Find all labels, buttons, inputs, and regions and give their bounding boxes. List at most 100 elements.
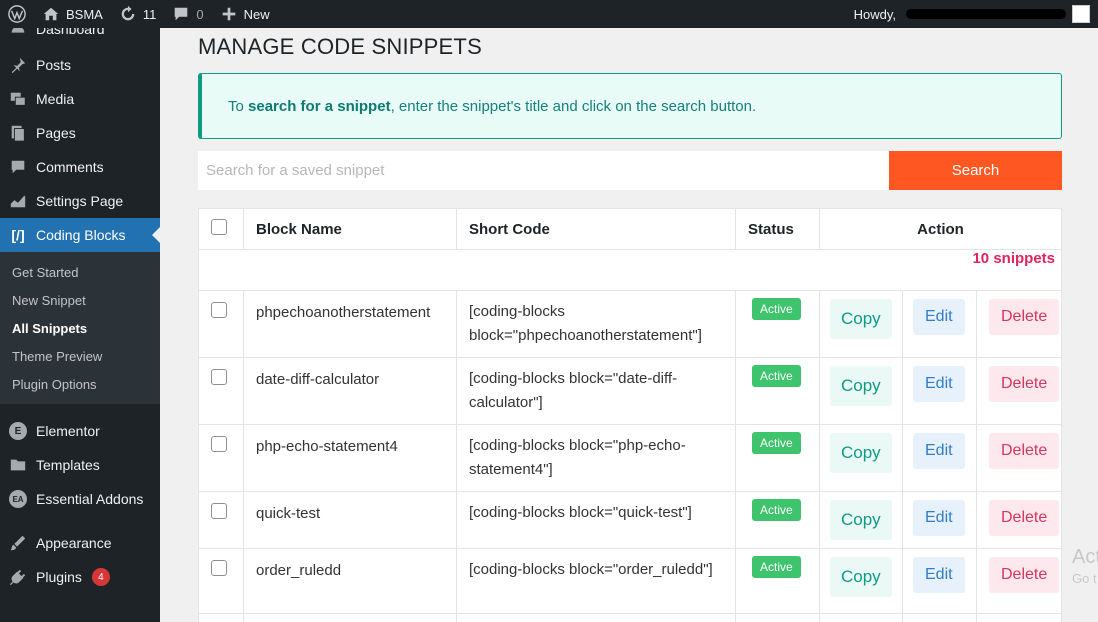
activate-windows-watermark: Act Go t: [1072, 546, 1098, 586]
ea-icon: EA: [9, 490, 27, 508]
row-checkbox[interactable]: [211, 560, 227, 576]
short-code: [coding-blocks block="order_ruledd"]: [456, 548, 736, 614]
plug-icon: [8, 567, 28, 587]
block-name: order_ruledd: [243, 548, 457, 614]
edit-button[interactable]: Edit: [913, 500, 965, 536]
sidebar-item-label: Elementor: [36, 423, 100, 439]
delete-button[interactable]: Delete: [989, 299, 1060, 335]
search-button[interactable]: Search: [889, 151, 1062, 190]
column-header-action: Action: [819, 208, 1062, 250]
table-row: phpechoanotherstatement [coding-blocks b…: [198, 290, 1062, 358]
pin-icon: [8, 55, 28, 75]
sidebar-item-templates[interactable]: Templates: [0, 448, 160, 482]
media-icon: [8, 89, 28, 109]
code-icon: [/]: [11, 227, 25, 243]
sidebar-item-pages[interactable]: Pages: [0, 116, 160, 150]
row-checkbox[interactable]: [211, 369, 227, 385]
sidebar-item-label: Coding Blocks: [36, 227, 126, 243]
redacted-username: [906, 9, 1066, 19]
comment-icon: [172, 5, 190, 23]
sidebar-item-label: Plugins: [36, 569, 82, 585]
sidebar-item-essential-addons[interactable]: EA Essential Addons: [0, 482, 160, 516]
main-content: MANAGE CODE SNIPPETS To search for a sni…: [198, 28, 1062, 622]
sidebar-item-label: Settings Page: [36, 193, 124, 209]
sidebar-item-label: Appearance: [36, 535, 112, 551]
new-content-link[interactable]: New: [212, 0, 278, 28]
block-name: phpechoanotherstatement: [243, 290, 457, 358]
search-bar: Search: [198, 151, 1062, 190]
delete-button[interactable]: Delete: [989, 557, 1060, 593]
block-name: date-diff-calculator: [243, 357, 457, 425]
status-badge: Active: [752, 499, 801, 521]
notice-text: To search for a snippet, enter the snipp…: [228, 97, 757, 115]
snippets-table: Block Name Short Code Status Action 10 s…: [198, 208, 1062, 622]
select-all-checkbox[interactable]: [211, 219, 227, 235]
column-header-short-code: Short Code: [456, 208, 736, 250]
copy-button[interactable]: Copy: [830, 366, 892, 406]
site-name-link[interactable]: BSMA: [34, 0, 111, 28]
updates-link[interactable]: 11: [111, 0, 165, 28]
updates-count: 11: [142, 6, 157, 22]
comment-icon: [8, 157, 28, 177]
row-checkbox[interactable]: [211, 503, 227, 519]
pages-icon: [8, 123, 28, 143]
notice-highlight: search for a snippet: [248, 97, 391, 115]
sidebar-item-settings-page[interactable]: Settings Page: [0, 184, 160, 218]
delete-button[interactable]: Delete: [989, 366, 1060, 402]
submenu-new-snippet[interactable]: New Snippet: [0, 286, 160, 314]
sidebar-item-media[interactable]: Media: [0, 82, 160, 116]
plus-icon: [220, 5, 238, 23]
snippet-count: 10 snippets: [198, 249, 1062, 291]
admin-sidebar: Dashboard Posts Media Pages Comments Set…: [0, 28, 160, 622]
search-input[interactable]: [198, 151, 889, 190]
copy-button[interactable]: Copy: [830, 500, 892, 540]
delete-button[interactable]: Delete: [989, 433, 1060, 469]
comments-link[interactable]: 0: [164, 0, 211, 28]
sidebar-item-appearance[interactable]: Appearance: [0, 526, 160, 560]
edit-button[interactable]: Edit: [913, 557, 965, 593]
chart-icon: [8, 191, 28, 211]
home-icon: [42, 5, 60, 23]
edit-button[interactable]: Edit: [913, 299, 965, 335]
status-badge: Active: [752, 365, 801, 387]
howdy-text: Howdy,: [853, 6, 896, 22]
short-code: [coding-blocks block="php-echo-statement…: [456, 424, 736, 492]
block-name: php-echo-statement4: [243, 424, 457, 492]
avatar[interactable]: [1072, 5, 1090, 23]
submenu-get-started[interactable]: Get Started: [0, 258, 160, 286]
wordpress-logo-button[interactable]: [0, 0, 34, 28]
short-code: [coding-blocks block="quick-test"]: [456, 491, 736, 549]
site-name: BSMA: [66, 6, 103, 22]
search-notice: To search for a snippet, enter the snipp…: [198, 73, 1062, 139]
folder-icon: [8, 455, 28, 475]
status-badge: Active: [752, 298, 801, 320]
account-menu[interactable]: Howdy,: [854, 5, 1098, 23]
sidebar-item-coding-blocks[interactable]: [/] Coding Blocks: [0, 218, 160, 252]
sidebar-item-posts[interactable]: Posts: [0, 48, 160, 82]
sidebar-item-comments[interactable]: Comments: [0, 150, 160, 184]
submenu-theme-preview[interactable]: Theme Preview: [0, 342, 160, 370]
brush-icon: [8, 533, 28, 553]
row-checkbox[interactable]: [211, 302, 227, 318]
row-checkbox[interactable]: [211, 436, 227, 452]
short-code: [coding-blocks block="phpechoanotherstat…: [456, 290, 736, 358]
submenu-plugin-options[interactable]: Plugin Options: [0, 370, 160, 398]
coding-blocks-submenu: Get Started New Snippet All Snippets The…: [0, 252, 160, 404]
new-label: New: [243, 6, 270, 22]
block-name: quick-test: [243, 491, 457, 549]
edit-button[interactable]: Edit: [913, 433, 965, 469]
copy-button[interactable]: Copy: [830, 433, 892, 473]
sidebar-item-label: Dashboard: [36, 28, 105, 37]
copy-button[interactable]: Copy: [830, 557, 892, 597]
copy-button[interactable]: Copy: [830, 299, 892, 339]
submenu-all-snippets[interactable]: All Snippets: [0, 314, 160, 342]
edit-button[interactable]: Edit: [913, 366, 965, 402]
table-row: quick-test [coding-blocks block="quick-t…: [198, 491, 1062, 549]
dashboard-icon: [8, 28, 28, 39]
delete-button[interactable]: Delete: [989, 500, 1060, 536]
column-header-block-name: Block Name: [243, 208, 457, 250]
sidebar-item-elementor[interactable]: E Elementor: [0, 414, 160, 448]
sidebar-item-label: Pages: [36, 125, 76, 141]
sidebar-item-dashboard[interactable]: Dashboard: [0, 28, 160, 38]
sidebar-item-plugins[interactable]: Plugins 4: [0, 560, 160, 594]
